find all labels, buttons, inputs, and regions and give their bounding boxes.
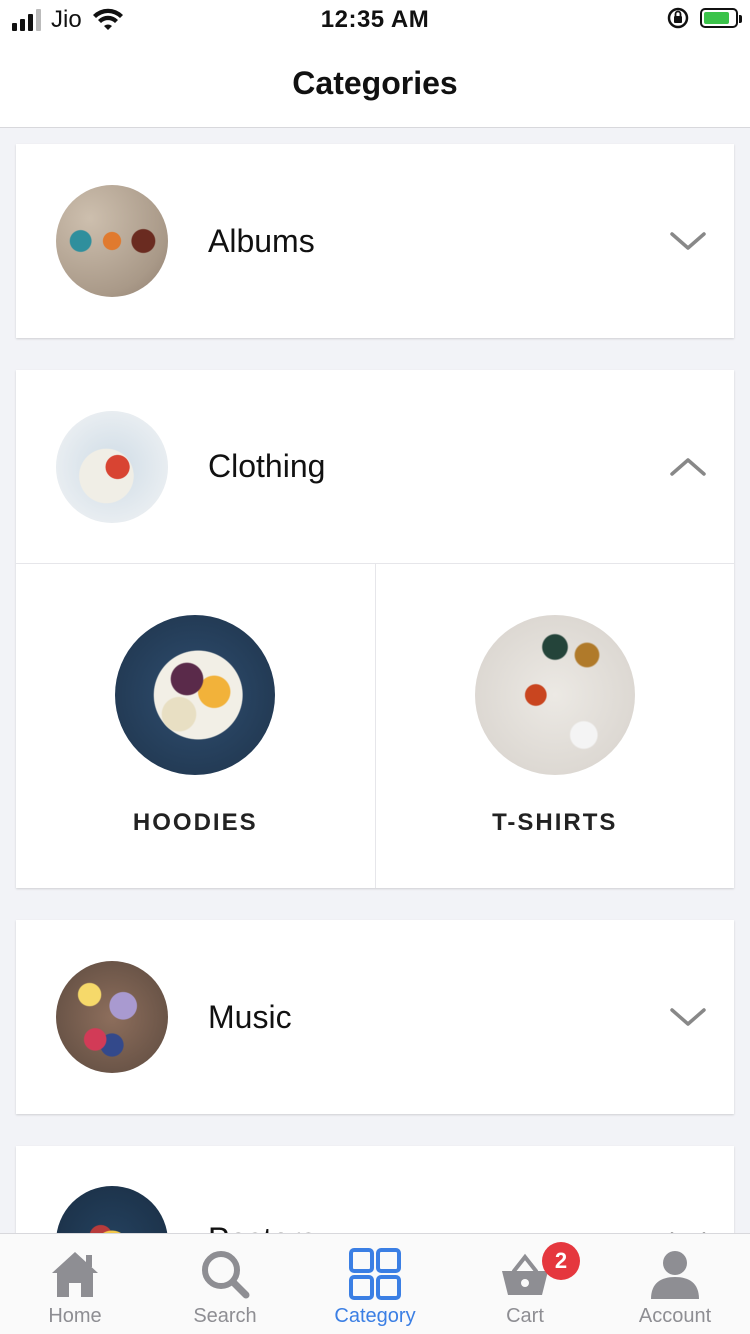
tab-label: Search bbox=[193, 1305, 257, 1327]
category-card-music: Music bbox=[16, 920, 734, 1114]
orientation-lock-icon bbox=[667, 7, 689, 29]
subcategory-grid: HOODIES T-SHIRTS bbox=[16, 563, 734, 888]
tab-label: Home bbox=[48, 1305, 102, 1327]
category-card-posters: Posters bbox=[16, 1146, 734, 1246]
tab-account[interactable]: Account bbox=[600, 1234, 750, 1334]
page-title: Categories bbox=[292, 65, 458, 101]
category-row-clothing[interactable]: Clothing bbox=[16, 370, 734, 563]
tab-category[interactable]: Category bbox=[300, 1234, 450, 1334]
category-label: Albums bbox=[208, 222, 315, 259]
category-card-albums: Albums bbox=[16, 144, 734, 338]
category-card-clothing: Clothing HOODIES T-SHIRTS bbox=[16, 370, 734, 888]
clock: 12:35 AM bbox=[320, 6, 430, 33]
subcategory-tshirts[interactable]: T-SHIRTS bbox=[374, 564, 735, 888]
status-bar: Jio 12:35 AM bbox=[0, 0, 750, 40]
chevron-down-icon[interactable] bbox=[668, 226, 708, 256]
category-image bbox=[56, 185, 168, 297]
nav-header: Categories bbox=[0, 40, 750, 128]
home-icon bbox=[52, 1252, 98, 1297]
subcategory-hoodies[interactable]: HOODIES bbox=[16, 564, 375, 888]
tab-home[interactable]: Home bbox=[0, 1234, 150, 1334]
category-row-music[interactable]: Music bbox=[16, 920, 734, 1114]
tab-search[interactable]: Search bbox=[150, 1234, 300, 1334]
tab-label: Account bbox=[638, 1305, 712, 1327]
category-row-albums[interactable]: Albums bbox=[16, 144, 734, 338]
category-label: Music bbox=[208, 998, 292, 1035]
subcategory-label: HOODIES bbox=[132, 809, 258, 836]
bottom-tab-bar: Home Search Category 2 Cart Account bbox=[0, 1233, 750, 1334]
cart-badge: 2 bbox=[542, 1242, 580, 1280]
subcategory-image bbox=[115, 615, 276, 775]
user-icon bbox=[651, 1251, 699, 1299]
subcategory-label: T-SHIRTS bbox=[492, 809, 618, 836]
search-icon bbox=[202, 1251, 250, 1299]
category-label: Clothing bbox=[208, 448, 326, 484]
category-grid-icon bbox=[349, 1248, 401, 1300]
battery-icon bbox=[700, 8, 742, 28]
chevron-down-icon[interactable] bbox=[668, 1002, 708, 1032]
tab-cart[interactable]: 2 Cart bbox=[450, 1234, 600, 1334]
tab-label: Category bbox=[334, 1305, 416, 1327]
tab-label: Cart bbox=[506, 1305, 544, 1327]
category-image bbox=[56, 961, 168, 1073]
category-image bbox=[56, 410, 168, 523]
subcategory-image bbox=[474, 615, 635, 775]
category-row-posters[interactable]: Posters bbox=[16, 1146, 734, 1246]
chevron-up-icon[interactable] bbox=[668, 452, 708, 482]
